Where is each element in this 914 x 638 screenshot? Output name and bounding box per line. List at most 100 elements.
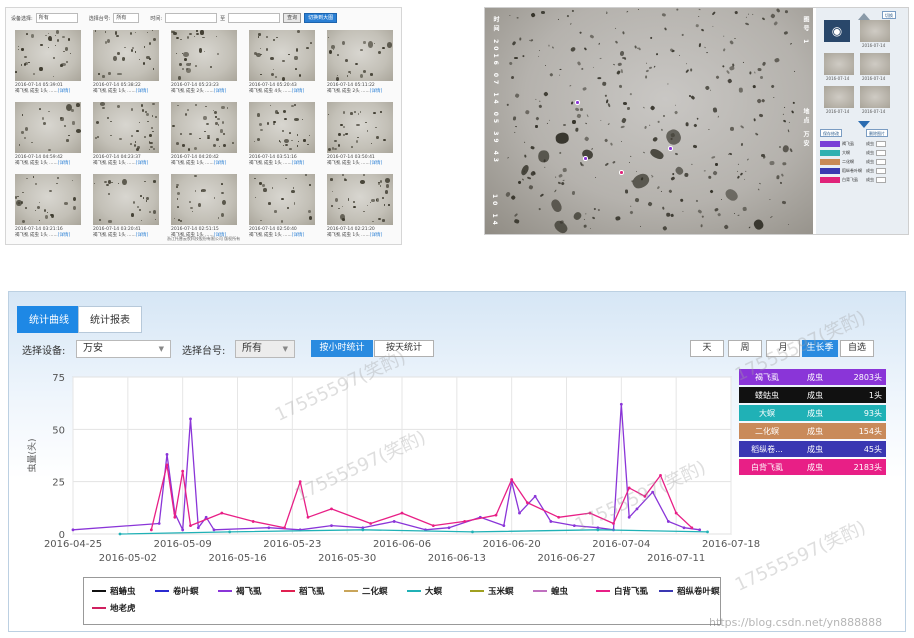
legend-table-row[interactable]: 褐飞虱 成虫 2803头 (739, 369, 886, 385)
legend-table-row[interactable]: 二化螟 成虫 154头 (739, 423, 886, 439)
side-thumbnail[interactable] (860, 86, 890, 108)
data-point (228, 530, 232, 534)
switch-view-button[interactable]: 切换到大图 (304, 13, 338, 23)
gallery-item[interactable]: 2016-07-14 03:20:41 褐飞虱 成虫 1头 ......[详情] (93, 174, 159, 242)
trap-thumbnail[interactable] (249, 30, 315, 81)
data-point (361, 528, 365, 532)
gallery-item[interactable]: 2016-07-14 03:50:41 褐飞虱 成虫 1头 ......[详情] (327, 102, 393, 170)
query-button[interactable]: 查询 (283, 13, 302, 23)
gallery-item[interactable]: 2016-07-14 02:51:15 褐飞虱 成虫 1头 ......[详情] (171, 174, 237, 242)
legend-item[interactable]: 大螟 (407, 584, 442, 598)
switch-button[interactable]: 切换 (882, 11, 896, 19)
insect-speck (690, 163, 693, 166)
delete-image-button[interactable]: 删除图片 (866, 129, 888, 137)
detail-link[interactable]: [详情] (136, 89, 149, 94)
camera-icon[interactable]: ◉ (824, 20, 850, 42)
detection-marker[interactable] (619, 170, 624, 175)
insect-speck (549, 119, 551, 122)
detection-marker[interactable] (668, 146, 673, 151)
insect-speck (538, 56, 540, 58)
trap-thumbnail[interactable] (327, 102, 393, 153)
legend-table-row[interactable]: 蝼蛄虫 成虫 1头 (739, 387, 886, 403)
detection-marker[interactable] (575, 100, 580, 105)
trap-thumbnail[interactable] (327, 30, 393, 81)
legend-item[interactable]: 白背飞虱 (596, 584, 648, 598)
legend-table-row[interactable]: 白背飞虱 成虫 2183头 (739, 459, 886, 475)
insect-speck (746, 17, 747, 19)
gallery-item[interactable]: 2016-07-14 02:50:40 褐飞虱 成虫 1头 ......[详情] (249, 174, 315, 242)
side-thumbnail[interactable] (860, 53, 890, 75)
trap-photo[interactable]: 时间 2016 07 14 05 39 43 10 14 图号 1 地点 万安 (485, 8, 813, 234)
data-point (651, 490, 655, 494)
gallery-item[interactable]: 2016-07-14 02:21:20 褐飞虱 成虫 1头 ......[详情] (327, 174, 393, 242)
legend-item[interactable]: 褐飞虱 (218, 584, 262, 598)
insect-speck (630, 179, 634, 183)
species-count-input[interactable] (876, 177, 886, 183)
detail-link[interactable]: [详情] (370, 161, 383, 166)
x-tick-label: 2016-06-06 (373, 539, 431, 550)
device-select[interactable]: 所有 (35, 13, 78, 23)
trap-thumbnail[interactable] (327, 174, 393, 225)
trap-thumbnail[interactable] (15, 102, 81, 153)
species-count-input[interactable] (876, 150, 886, 156)
trap-thumbnail[interactable] (93, 102, 159, 153)
gallery-item[interactable]: 2016-07-14 04:20:42 褐飞虱 成虫 1头 ......[详情] (171, 102, 237, 170)
gallery-item[interactable]: 2016-07-14 03:21:16 褐飞虱 成虫 1头 ......[详情] (15, 174, 81, 242)
species-name: 稻纵卷叶螟 (842, 168, 862, 173)
save-changes-button[interactable]: 保存修改 (820, 129, 842, 137)
insect-speck (548, 198, 563, 214)
scroll-up-icon[interactable] (858, 13, 870, 20)
detection-marker[interactable] (583, 156, 588, 161)
trap-thumbnail[interactable] (171, 30, 237, 81)
legend-table-row[interactable]: 稻纵卷... 成虫 45头 (739, 441, 886, 457)
data-point (392, 520, 396, 523)
detail-link[interactable]: [详情] (136, 161, 149, 166)
detail-link[interactable]: [详情] (292, 89, 305, 94)
gallery-item[interactable]: 2016-07-14 05:20:43 褐飞虱 成虫 4头 ......[详情] (249, 30, 315, 98)
insect-speck (530, 38, 534, 42)
end-time-input[interactable] (228, 13, 281, 23)
trap-thumbnail[interactable] (249, 102, 315, 153)
trap-thumbnail[interactable] (171, 174, 237, 225)
detail-link[interactable]: [详情] (58, 161, 71, 166)
species-count-input[interactable] (876, 159, 886, 165)
trap-thumbnail[interactable] (15, 174, 81, 225)
legend-item[interactable]: 稻飞虱 (281, 584, 325, 598)
detail-link[interactable]: [详情] (292, 161, 305, 166)
legend-item[interactable]: 卷叶螟 (155, 584, 199, 598)
legend-item[interactable]: 稻蝽虫 (92, 584, 136, 598)
legend-item[interactable]: 蝗虫 (533, 584, 568, 598)
legend-item[interactable]: 地老虎 (92, 601, 136, 615)
thumbnail-caption: 褐飞虱 成虫 1头 ......[详情] (93, 161, 149, 166)
trap-thumbnail[interactable] (93, 174, 159, 225)
gallery-item[interactable]: 2016-07-14 05:39:01 褐飞虱 成虫 1头 ......[详情] (15, 30, 81, 98)
scroll-down-icon[interactable] (858, 121, 870, 128)
detail-link[interactable]: [详情] (370, 89, 383, 94)
trap-thumbnail[interactable] (249, 174, 315, 225)
side-thumbnail[interactable] (824, 53, 854, 75)
side-thumbnail[interactable] (860, 20, 890, 42)
legend-item[interactable]: 二化螟 (344, 584, 388, 598)
lamp-select[interactable]: 所有 (113, 13, 140, 23)
gallery-item[interactable]: 2016-07-14 04:59:42 褐飞虱 成虫 1头 ......[详情] (15, 102, 81, 170)
start-time-input[interactable] (165, 13, 218, 23)
gallery-item[interactable]: 2016-07-14 05:23:23 褐飞虱 成虫 2头 ......[详情] (171, 30, 237, 98)
gallery-item[interactable]: 2016-07-14 05:11:22 褐飞虱 成虫 2头 ......[详情] (327, 30, 393, 98)
trap-thumbnail[interactable] (15, 30, 81, 81)
gallery-item[interactable]: 2016-07-14 04:23:37 褐飞虱 成虫 1头 ......[详情] (93, 102, 159, 170)
legend-table-row[interactable]: 大螟 成虫 93头 (739, 405, 886, 421)
insect-speck (586, 114, 589, 118)
legend-item[interactable]: 玉米螟 (470, 584, 514, 598)
trap-thumbnail[interactable] (171, 102, 237, 153)
detail-link[interactable]: [详情] (58, 89, 71, 94)
detail-link[interactable]: [详情] (214, 161, 227, 166)
legend-item[interactable]: 稻纵卷叶螟 (659, 584, 720, 598)
species-count-input[interactable] (876, 168, 886, 174)
detail-link[interactable]: [详情] (214, 89, 227, 94)
gallery-item[interactable]: 2016-07-14 05:38:22 褐飞虱 成虫 1头 ......[详情] (93, 30, 159, 98)
trap-thumbnail[interactable] (93, 30, 159, 81)
gallery-item[interactable]: 2016-07-14 03:51:16 褐飞虱 成虫 1头 ......[详情] (249, 102, 315, 170)
insect-speck (663, 127, 683, 148)
side-thumbnail[interactable] (824, 86, 854, 108)
species-count-input[interactable] (876, 141, 886, 147)
